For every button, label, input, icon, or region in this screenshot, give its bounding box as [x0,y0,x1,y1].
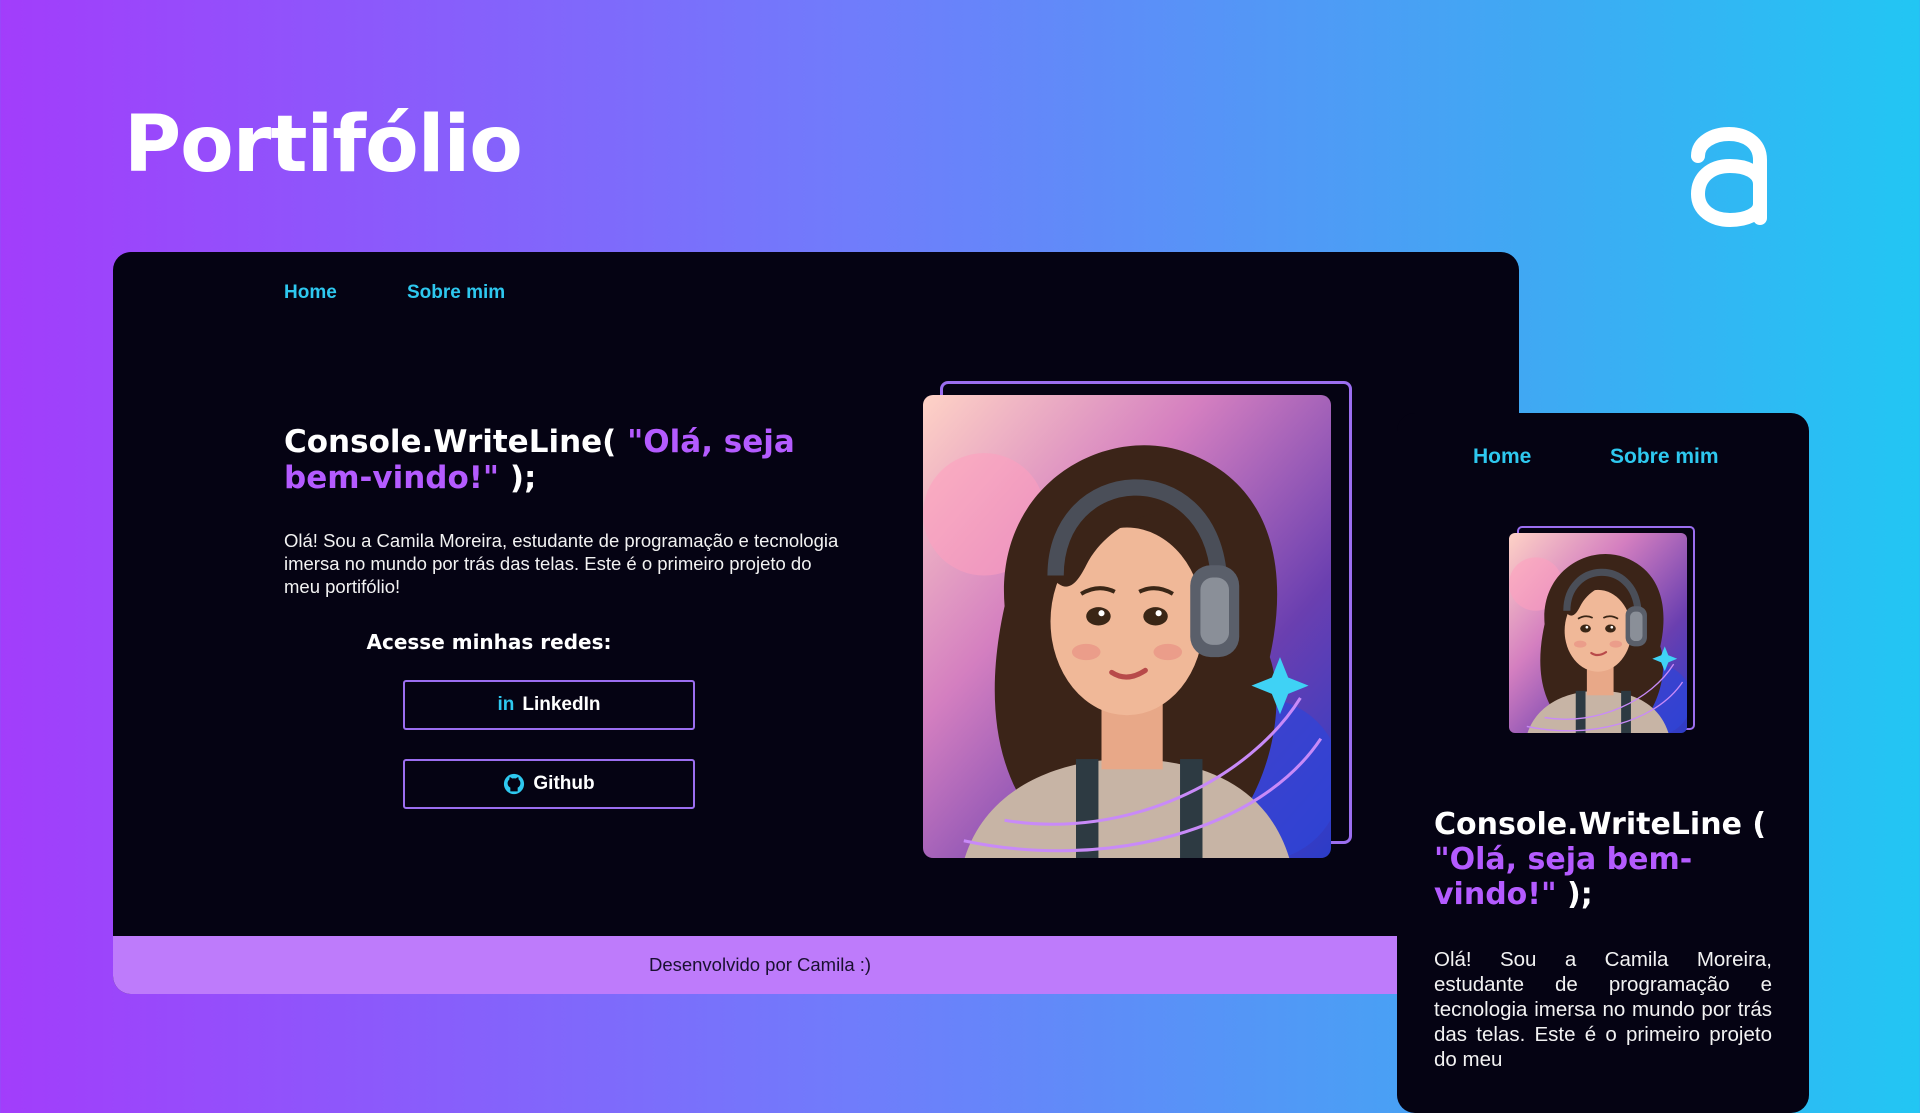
github-icon [504,773,525,795]
nav-link-home[interactable]: Home [284,282,337,304]
profile-illustration [923,395,1331,858]
mobile-headline-code-end: ); [1556,877,1593,912]
mobile-nav-link-about[interactable]: Sobre mim [1610,445,1719,469]
site-footer: Desenvolvido por Camila :) [113,936,1519,994]
nav-link-about[interactable]: Sobre mim [407,282,505,304]
desktop-preview: Home Sobre mim Console.WriteLine( "Olá, … [113,252,1519,994]
headline-code: Console.WriteLine( [284,424,628,460]
mobile-intro-text: Olá! Sou a Camila Moreira, estudante de … [1434,948,1772,1071]
intro-text: Olá! Sou a Camila Moreira, estudante de … [284,530,839,597]
mobile-preview: Home Sobre mim Console.WriteLine ( "Olá,… [1397,413,1809,1113]
mobile-nav-link-home[interactable]: Home [1473,445,1531,469]
hero-headline: Console.WriteLine( "Olá, seja bem-vindo!… [284,424,804,496]
headline-code-end: ); [499,460,537,496]
page-title: Portifólio [124,100,523,190]
linkedin-label: LinkedIn [522,694,601,715]
alura-a-logo-icon [1690,127,1767,228]
mobile-headline-code: Console.WriteLine ( [1434,807,1767,842]
social-heading: Acesse minhas redes: [366,630,612,654]
github-label: Github [533,773,595,794]
linkedin-button[interactable]: in LinkedIn [403,680,695,730]
github-button[interactable]: Github [403,759,695,809]
linkedin-icon: in [497,694,515,715]
footer-text: Desenvolvido por Camila :) [648,954,872,975]
mobile-profile-illustration [1509,533,1687,733]
mobile-hero-headline: Console.WriteLine ( "Olá, seja bem-vindo… [1434,807,1784,912]
